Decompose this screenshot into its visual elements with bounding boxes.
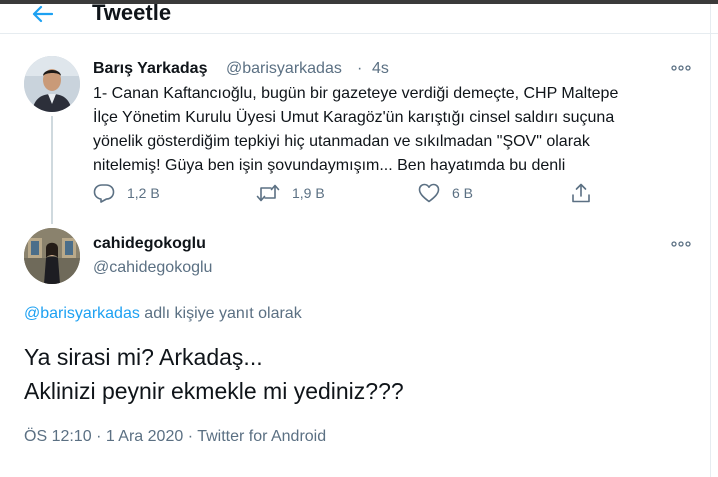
meta-separator: ·	[187, 428, 194, 445]
back-button[interactable]	[28, 0, 56, 28]
like-count: 6 B	[452, 185, 474, 201]
more-horizontal-icon	[671, 65, 691, 71]
tweet-text-line: nitelemiş! Güya ben işin şovundaymışım..…	[93, 157, 566, 174]
reply-button[interactable]: 1,2 B	[93, 180, 160, 206]
reply-count: 1,2 B	[127, 185, 160, 201]
avatar[interactable]	[24, 56, 80, 112]
column-border	[710, 4, 711, 477]
time-separator: ·	[357, 60, 363, 77]
share-button[interactable]	[570, 180, 592, 206]
tweet-metadata: ÖS 12:10 · 1 Ara 2020 · Twitter for Andr…	[24, 428, 326, 446]
page-title: Tweetle	[92, 0, 172, 25]
author-name[interactable]: cahidegokoglu	[93, 235, 206, 253]
thread-connector-line	[51, 116, 53, 224]
arrow-left-icon	[32, 5, 53, 23]
author-handle[interactable]: @barisyarkadas	[226, 60, 342, 78]
more-options-button[interactable]	[669, 236, 693, 252]
tweet-time[interactable]: 4s	[372, 60, 389, 78]
more-options-button[interactable]	[669, 60, 693, 76]
replying-to: @barisyarkadas adlı kişiye yanıt olarak	[24, 305, 302, 323]
reply-icon	[93, 184, 115, 203]
tweet-text-line: 1- Canan Kaftancıoğlu, bugün bir gazetey…	[93, 85, 619, 102]
tweet-actions: 1,2 B 1,9 B 6 B	[93, 180, 613, 206]
tweet-text-line: Ya sirasi mi? Arkadaş...	[24, 344, 263, 370]
meta-separator: ·	[96, 428, 102, 445]
tweet-text: 1- Canan Kaftancıoğlu, bugün bir gazetey…	[93, 82, 693, 178]
replying-to-label: adlı kişiye yanıt olarak	[139, 305, 302, 322]
author-name[interactable]: Barış Yarkadaş	[93, 60, 207, 78]
retweet-button[interactable]: 1,9 B	[256, 180, 325, 206]
tweet-text-line: yönelik gösterdiğim tepkiyi hiç utanmada…	[93, 133, 590, 150]
tweet-timestamp[interactable]: ÖS 12:10	[24, 428, 92, 445]
tweet-text-line: İlçe Yönetim Kurulu Üyesi Umut Karagöz'ü…	[93, 109, 615, 126]
author-handle[interactable]: @cahidegokoglu	[93, 259, 212, 277]
tweet-text: Ya sirasi mi? Arkadaş... Aklinizi peynir…	[24, 340, 404, 408]
tweet-date[interactable]: 1 Ara 2020	[106, 428, 183, 445]
avatar-image	[24, 56, 80, 112]
heart-icon	[418, 183, 440, 203]
more-horizontal-icon	[671, 241, 691, 247]
tweet-text-line: Aklinizi peynir ekmekle mi yediniz???	[24, 378, 404, 404]
retweet-count: 1,9 B	[292, 185, 325, 201]
avatar-image	[24, 228, 80, 284]
tweet-source[interactable]: Twitter for Android	[197, 428, 326, 445]
replying-to-link[interactable]: @barisyarkadas	[24, 305, 140, 322]
like-button[interactable]: 6 B	[418, 180, 473, 206]
avatar[interactable]	[24, 228, 80, 284]
page-header: Tweetle	[0, 0, 718, 34]
share-icon	[572, 183, 590, 203]
retweet-icon	[256, 184, 280, 202]
